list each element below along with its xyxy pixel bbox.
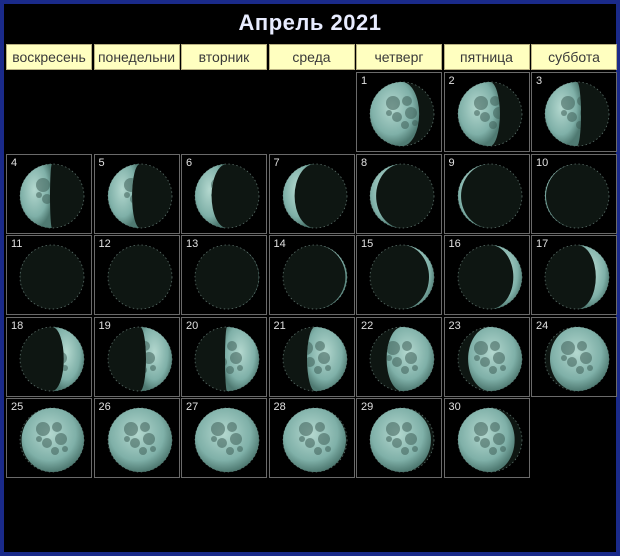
moon-phase-icon — [369, 163, 435, 228]
moon-phase-icon — [369, 326, 435, 391]
calendar-day-cell: 18 — [6, 316, 92, 397]
moon-phase-icon — [19, 163, 85, 228]
calendar-day-cell: 23 — [443, 316, 530, 397]
weekday-wednesday: среда — [268, 44, 355, 70]
weekday-thursday: четверг — [356, 44, 442, 70]
calendar-day-cell: 21 — [268, 316, 355, 397]
calendar-day-cell: 22 — [356, 316, 442, 397]
weekday-tuesday: вторник — [181, 44, 267, 70]
moon-phase-icon — [19, 326, 85, 391]
weekday-sunday: воскресень — [6, 44, 92, 70]
calendar-day-cell: 7 — [268, 153, 355, 234]
moon-phase-icon — [194, 163, 260, 228]
moon-phase-icon — [107, 163, 172, 228]
calendar-day-cell: 3 — [531, 72, 617, 152]
moon-phase-icon — [282, 163, 347, 228]
moon-phase-icon — [107, 326, 172, 391]
calendar-title: Апрель 2021 — [238, 10, 382, 35]
moon-phase-icon — [19, 407, 85, 473]
moon-phase-icon — [544, 163, 610, 228]
weekday-friday: пятница — [443, 44, 530, 70]
calendar-day-cell: 12 — [93, 235, 180, 315]
calendar-day-cell: 9 — [443, 153, 530, 234]
calendar-frame: Апрель 2021 воскресень понедельни вторни… — [0, 0, 620, 556]
calendar-day-cell: 17 — [531, 235, 617, 315]
calendar-day-cell: 16 — [443, 235, 530, 315]
calendar-day-cell: 5 — [93, 153, 180, 234]
moon-phase-icon — [544, 326, 610, 391]
calendar-day-cell: 27 — [181, 398, 267, 478]
weekday-header-row: воскресень понедельни вторник среда четв… — [6, 44, 619, 70]
moon-phase-icon — [544, 244, 610, 310]
moon-phase-icon — [282, 326, 347, 391]
weekday-monday: понедельни — [93, 44, 180, 70]
moon-phase-icon — [194, 326, 260, 391]
moon-phase-icon — [457, 81, 522, 147]
weekday-saturday: суббота — [531, 44, 617, 70]
calendar-day-cell: 10 — [531, 153, 617, 234]
calendar-day-cell: 4 — [6, 153, 92, 234]
calendar-day-cell: 29 — [356, 398, 442, 478]
moon-phase-icon — [457, 244, 522, 310]
moon-phase-icon — [369, 407, 435, 473]
calendar-day-cell: 24 — [531, 316, 617, 397]
calendar-day-cell: 11 — [6, 235, 92, 315]
moon-phase-icon — [457, 163, 522, 228]
moon-phase-icon — [194, 244, 260, 310]
moon-phase-icon — [107, 407, 172, 473]
calendar-day-cell: 28 — [268, 398, 355, 478]
calendar-day-cell: 8 — [356, 153, 442, 234]
calendar-day-cell: 6 — [181, 153, 267, 234]
calendar-grid: 1 2 3 4 5 6 7 8 9 10 11 12 13 14 15 16 17 18 19 20 21 22 23 24 2… — [6, 72, 617, 478]
calendar-day-cell: 26 — [93, 398, 180, 478]
calendar-day-cell: 25 — [6, 398, 92, 478]
moon-phase-icon — [107, 244, 172, 310]
calendar-day-cell: 2 — [443, 72, 530, 152]
calendar-day-cell: 20 — [181, 316, 267, 397]
moon-phase-icon — [194, 407, 260, 473]
calendar-day-cell: 1 — [356, 72, 442, 152]
moon-phase-icon — [282, 407, 347, 473]
calendar-day-cell: 15 — [356, 235, 442, 315]
calendar-day-cell: 30 — [443, 398, 530, 478]
moon-phase-icon — [457, 407, 522, 473]
moon-phase-icon — [282, 244, 347, 310]
calendar-day-cell: 13 — [181, 235, 267, 315]
moon-phase-icon — [457, 326, 522, 391]
moon-phase-icon — [369, 81, 435, 147]
moon-phase-icon — [19, 244, 85, 310]
moon-phase-icon — [544, 81, 610, 147]
calendar-day-cell: 14 — [268, 235, 355, 315]
calendar-day-cell: 19 — [93, 316, 180, 397]
moon-phase-icon — [369, 244, 435, 310]
